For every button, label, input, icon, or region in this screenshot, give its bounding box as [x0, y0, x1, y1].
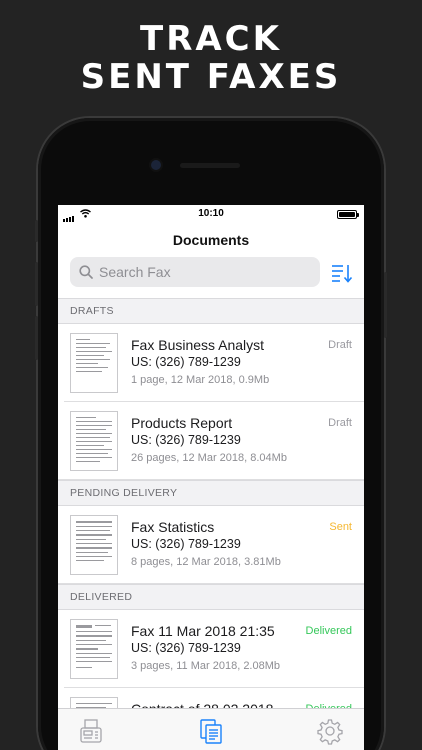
document-thumbnail — [70, 619, 118, 679]
search-bar[interactable] — [70, 257, 320, 287]
section-header-delivered: DELIVERED — [58, 584, 364, 610]
page-title: Documents — [172, 232, 250, 248]
document-row[interactable]: Products Report US: (326) 789-1239 26 pa… — [58, 402, 364, 480]
document-row[interactable]: Fax Statistics US: (326) 789-1239 8 page… — [58, 506, 364, 584]
document-thumbnail — [70, 411, 118, 471]
fax-number: US: (326) 789-1239 — [131, 355, 241, 369]
status-label: Delivered — [305, 625, 352, 637]
document-thumbnail — [70, 515, 118, 575]
document-thumbnail — [70, 333, 118, 393]
battery-icon — [337, 210, 359, 219]
tab-fax[interactable] — [77, 717, 105, 745]
fax-number: US: (326) 789-1239 — [131, 537, 241, 551]
document-title: Fax Statistics — [131, 519, 215, 535]
front-camera — [151, 160, 161, 170]
promo-headline-line2: SENT FAXES — [80, 57, 342, 97]
document-row[interactable]: Fax Business Analyst US: (326) 789-1239 … — [58, 324, 364, 402]
documents-list: DRAFTS Fax Business Analyst US: (326) 78… — [58, 298, 364, 750]
gear-icon — [317, 719, 343, 745]
status-time: 10:10 — [198, 208, 224, 219]
status-label: Sent — [329, 521, 352, 533]
document-title: Fax 11 Mar 2018 21:35 — [131, 623, 275, 639]
mute-switch — [35, 220, 38, 242]
volume-up-button — [35, 262, 38, 306]
status-label: Draft — [328, 417, 352, 429]
section-header-pending-delivery: PENDING DELIVERY — [58, 480, 364, 506]
fax-number: US: (326) 789-1239 — [131, 641, 241, 655]
tab-settings[interactable] — [316, 717, 344, 745]
earpiece-speaker — [180, 163, 240, 168]
status-bar: 10:10 — [58, 205, 364, 223]
document-meta: 26 pages, 12 Mar 2018, 8.04Mb — [131, 452, 287, 464]
document-title: Fax Business Analyst — [131, 337, 265, 353]
document-meta: 8 pages, 12 Mar 2018, 3.81Mb — [131, 556, 281, 568]
tab-bar — [58, 708, 364, 750]
status-label: Draft — [328, 339, 352, 351]
fax-number: US: (326) 789-1239 — [131, 433, 241, 447]
volume-down-button — [35, 316, 38, 360]
tab-documents[interactable] — [197, 717, 225, 745]
document-title: Products Report — [131, 415, 233, 431]
document-meta: 1 page, 12 Mar 2018, 0.9Mb — [131, 374, 270, 386]
document-meta: 3 pages, 11 Mar 2018, 2.08Mb — [131, 660, 281, 672]
promo-headline-line1: TRACK — [140, 19, 282, 59]
sort-icon — [332, 265, 353, 283]
sort-button[interactable] — [331, 262, 353, 284]
search-icon — [79, 265, 93, 279]
document-row[interactable]: Fax 11 Mar 2018 21:35 US: (326) 789-1239… — [58, 610, 364, 688]
documents-icon — [200, 719, 222, 744]
fax-machine-icon — [80, 719, 102, 743]
search-input[interactable] — [99, 264, 299, 280]
section-header-drafts: DRAFTS — [58, 298, 364, 324]
power-button — [384, 272, 387, 338]
app-screen: 10:10 Documents DRAFTS — [58, 205, 364, 750]
